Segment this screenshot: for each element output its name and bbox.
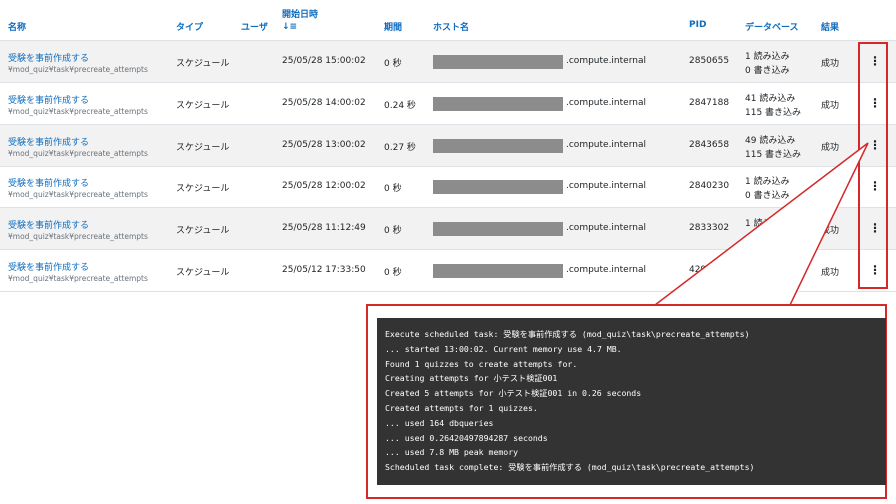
task-name-link[interactable]: 受験を事前作成する [8, 176, 89, 189]
console-line: Scheduled task complete: 受験を事前作成する (mod_… [385, 462, 755, 473]
row-db-writes: 115 書き込み [745, 107, 802, 118]
row-start-time: 25/05/28 15:00:02 [282, 56, 366, 66]
row-start-time: 25/05/28 13:00:02 [282, 139, 366, 150]
row-db-reads: 1 読み込み [745, 52, 790, 62]
task-name-link[interactable]: 受験を事前作成する [8, 51, 89, 64]
task-component: ¥mod_quiz¥task¥precreate_attempts [8, 232, 148, 242]
table-row: 受験を事前作成する ¥mod_quiz¥task¥precreate_attemp… [0, 208, 896, 251]
row-type: スケジュール [176, 59, 230, 69]
row-db-reads: 1 読み込み [745, 219, 790, 230]
row-db-reads: 49 読み込み [745, 135, 796, 146]
redacted-hostname-bar [433, 180, 563, 195]
row-type: スケジュール [176, 268, 230, 278]
task-component: ¥mod_quiz¥task¥precreate_attempts [8, 274, 148, 283]
table-row: 受験を事前作成する ¥mod_quiz¥task¥precreate_attemp… [0, 166, 896, 209]
task-name-link[interactable]: 受験を事前作成する [8, 135, 89, 148]
sort-ascending-icon[interactable]: ↓≡ [282, 22, 297, 32]
task-component: ¥mod_quiz¥task¥precreate_attempts [8, 148, 148, 158]
table-row: 受験を事前作成する ¥mod_quiz¥task¥precreate_attemp… [0, 41, 896, 83]
task-component: ¥mod_quiz¥task¥precreate_attempts [8, 106, 148, 116]
row-hostname: .compute.internal [566, 97, 646, 108]
header-result[interactable]: 結果 [821, 20, 839, 33]
row-type: スケジュール [176, 226, 230, 237]
row-db-writes: 0 書き込み [745, 191, 790, 202]
row-hostname: .compute.internal [566, 223, 646, 234]
row-result: 成功 [821, 226, 840, 237]
header-duration[interactable]: 期間 [384, 20, 402, 33]
row-duration: 0 秒 [384, 59, 402, 69]
header-pid[interactable]: PID [689, 20, 706, 30]
table-header: 名称 タイプ ユーザ 開始日時 ↓≡ 期間 ホスト名 PID データベース 結果 [0, 0, 896, 42]
table-row: 受験を事前作成する ¥mod_quiz¥task¥precreate_attemp… [0, 83, 896, 125]
header-host[interactable]: ホスト名 [433, 20, 469, 33]
header-start[interactable]: 開始日時 [282, 7, 318, 20]
row-hostname: .compute.internal [566, 265, 646, 275]
row-hostname: .compute.internal [566, 139, 646, 150]
row-start-time: 25/05/28 12:00:02 [282, 181, 366, 192]
row-type: スケジュール [176, 142, 230, 153]
console-line: Execute scheduled task: 受験を事前作成する (mod_q… [385, 329, 750, 339]
row-result: 成功 [821, 142, 840, 153]
task-name-link[interactable]: 受験を事前作成する [8, 260, 89, 273]
header-type[interactable]: タイプ [176, 20, 203, 33]
row-type: スケジュール [176, 100, 230, 111]
table-row: 受験を事前作成する ¥mod_quiz¥task¥precreate_attemp… [0, 124, 896, 167]
row-db-reads: 1 読み込み [745, 177, 790, 188]
row-type: スケジュール [176, 184, 230, 195]
task-name-link[interactable]: 受験を事前作成する [8, 93, 89, 106]
row-duration: 0 秒 [384, 268, 402, 278]
row-hostname: .compute.internal [566, 56, 646, 66]
redacted-hostname-bar [433, 264, 563, 278]
console-line: Created 5 attempts for 小テスト検証001 in 0.26… [385, 388, 642, 399]
row-result: 成功 [821, 59, 840, 69]
row-pid: 2843658 [689, 139, 730, 150]
row-duration: 0 秒 [384, 226, 402, 237]
row-pid: 2847188 [689, 97, 730, 108]
header-database[interactable]: データベース [745, 20, 799, 33]
header-user[interactable]: ユーザ [241, 20, 268, 33]
table-row: 受験を事前作成する ¥mod_quiz¥task¥precreate_attemp… [0, 250, 896, 292]
row-duration: 0.24 秒 [384, 100, 416, 111]
console-line: Found 1 quizzes to create attempts for. [385, 358, 578, 369]
row-db-reads: 41 読み込み [745, 93, 796, 104]
task-component: ¥mod_quiz¥task¥precreate_attempts [8, 65, 148, 74]
redacted-hostname-bar [433, 96, 563, 111]
row-start-time: 25/05/28 14:00:02 [282, 97, 366, 108]
row-start-time: 25/05/28 11:12:49 [282, 223, 366, 234]
redacted-hostname-bar [433, 222, 563, 237]
row-pid: 2840230 [689, 181, 730, 192]
task-name-link[interactable]: 受験を事前作成する [8, 218, 89, 231]
row-duration: 0.27 秒 [384, 142, 416, 153]
row-start-time: 25/05/12 17:33:50 [282, 265, 366, 275]
row-result: 成功 [821, 100, 840, 111]
row-pid: 2850655 [689, 56, 730, 66]
console-line: Created attempts for 1 quizzes. [385, 402, 538, 413]
row-result: 成功 [821, 268, 840, 278]
console-line: ... used 7.8 MB peak memory [385, 447, 519, 458]
console-line: ... used 0.26420497894287 seconds [385, 432, 548, 443]
highlight-box [858, 42, 888, 289]
redacted-hostname-bar [433, 55, 563, 69]
task-log-console: Execute scheduled task: 受験を事前作成する (mod_q… [377, 318, 886, 485]
header-name[interactable]: 名称 [8, 20, 26, 33]
console-line: ... used 164 dbqueries [385, 417, 494, 428]
row-pid: 2833302 [689, 223, 730, 234]
redacted-hostname-bar [433, 138, 563, 153]
console-line: Creating attempts for 小テスト検証001 [385, 373, 558, 384]
row-pid: 4291 [689, 265, 712, 275]
row-db-writes: 115 書き込み [745, 149, 802, 160]
row-duration: 0 秒 [384, 184, 402, 195]
task-component: ¥mod_quiz¥task¥precreate_attempts [8, 190, 148, 200]
row-hostname: .compute.internal [566, 181, 646, 192]
console-line: ... started 13:00:02. Current memory use… [385, 343, 622, 354]
row-db-writes: 0 書き込み [745, 66, 790, 76]
